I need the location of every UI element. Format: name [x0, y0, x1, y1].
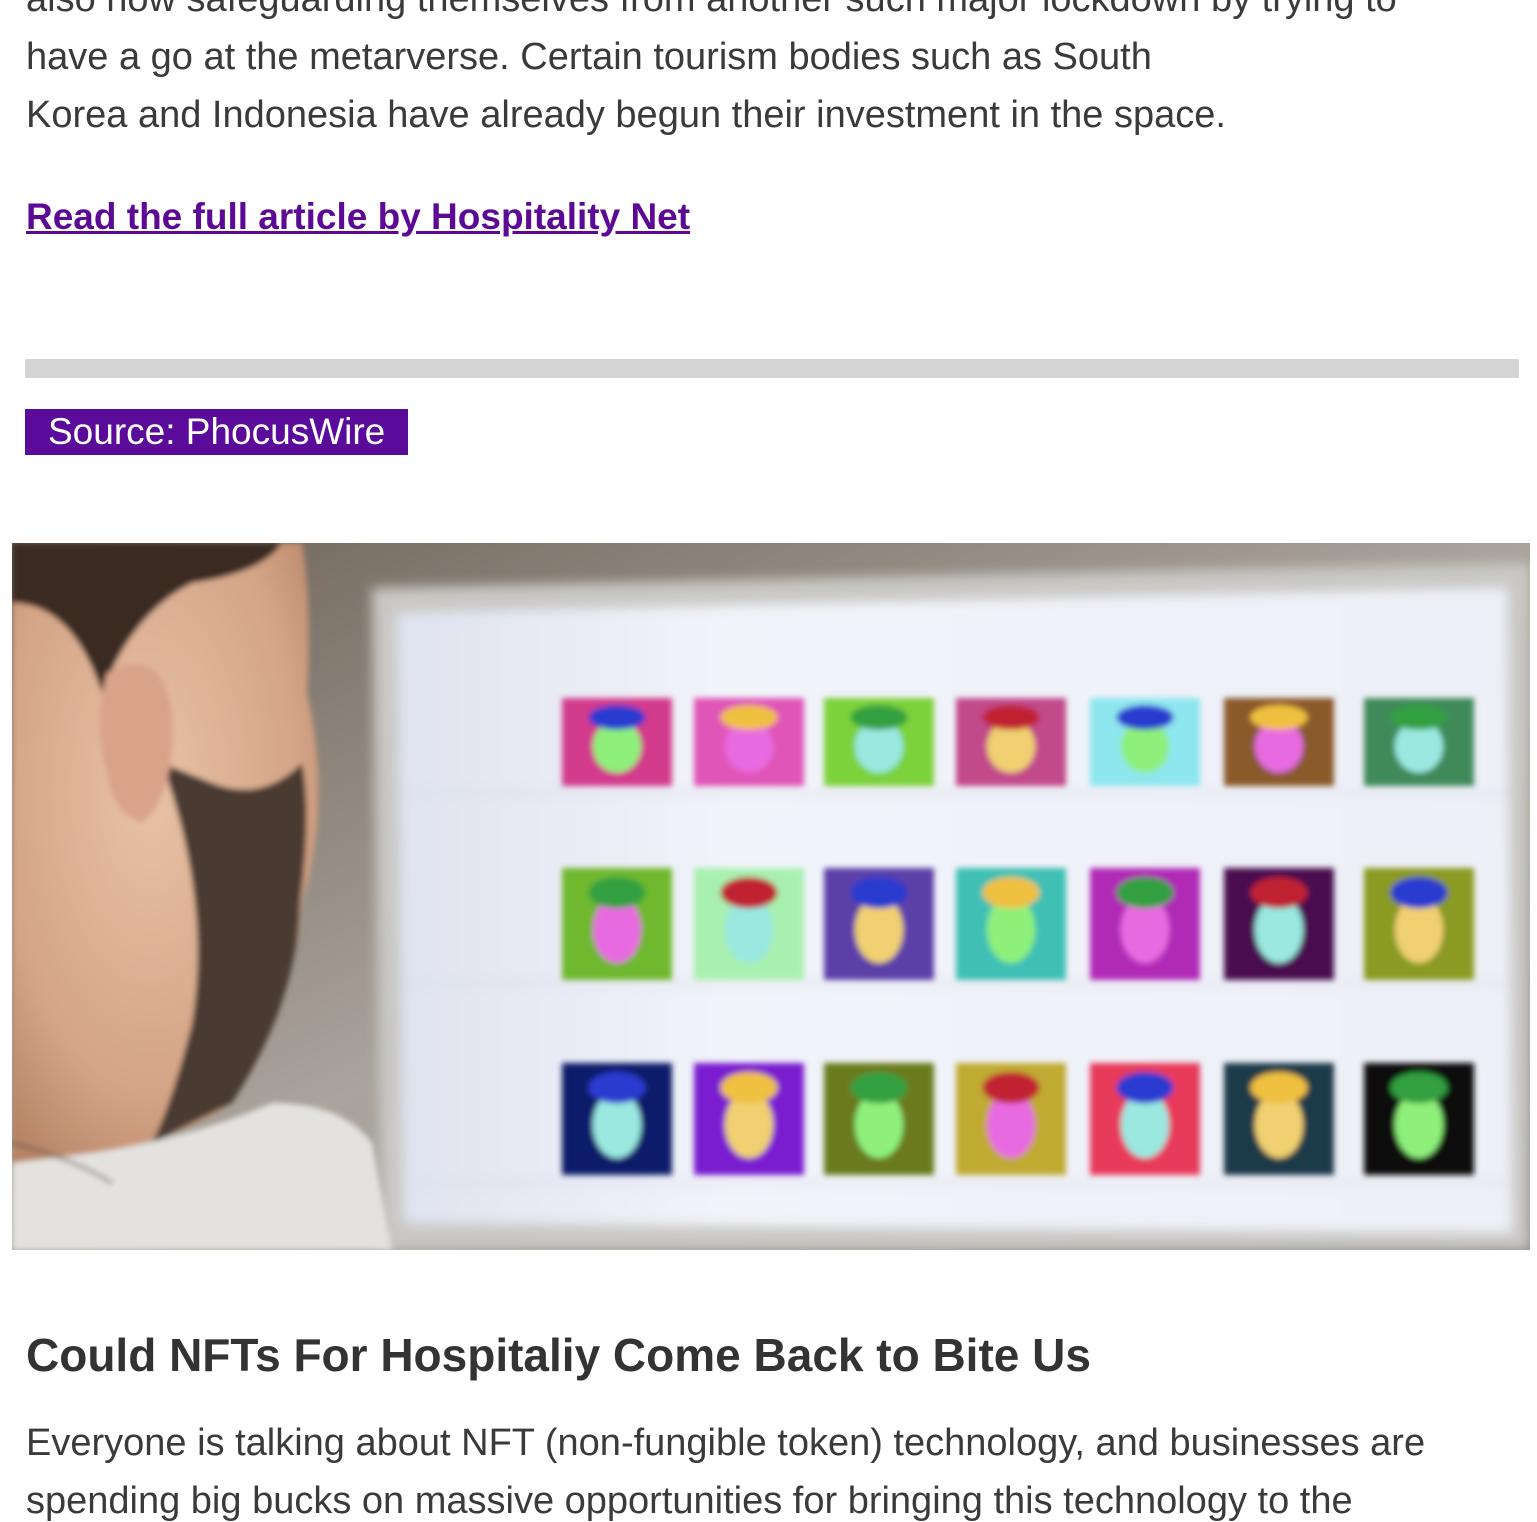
source-badge: Source: PhocusWire [25, 409, 409, 455]
nft-avatar-hat [982, 876, 1040, 909]
nft-avatar-hat [850, 1071, 908, 1104]
nft-avatar-hat [982, 705, 1040, 730]
paragraph-line: spending big bucks on massive opportunit… [26, 1480, 1353, 1522]
nft-avatar-hat [1116, 876, 1174, 909]
nft-avatar-hat [720, 1071, 778, 1104]
nft-avatar-hat [588, 1071, 646, 1104]
nft-avatar-hat [1250, 876, 1308, 909]
paragraph-line: Korea and Indonesia have already begun t… [26, 94, 1226, 136]
nft-avatar-hat [1250, 705, 1308, 730]
nft-avatar-hat [982, 1071, 1040, 1104]
paragraph-line: also now safeguarding themselves from an… [26, 0, 1516, 28]
paragraph-line: have a go at the metarverse. Certain tou… [26, 36, 1152, 78]
paragraph-line: Everyone is talking about NFT (non-fungi… [26, 1422, 1426, 1464]
nft-avatar-hat [1390, 876, 1448, 909]
article-headline: Could NFTs For Hospitaliy Come Back to B… [26, 1329, 1091, 1381]
nft-avatar-hat [1390, 705, 1448, 730]
nft-avatar-hat [1390, 1071, 1448, 1104]
nft-avatar-hat [850, 876, 908, 909]
nft-avatar-hat [1116, 705, 1174, 730]
nft-avatar-hat [588, 705, 646, 730]
read-full-article-link[interactable]: Read the full article by Hospitality Net [26, 196, 690, 238]
nft-avatar-hat [588, 876, 646, 909]
nft-monitor-illustration [12, 543, 1530, 1250]
nft-avatar-hat [1250, 1071, 1308, 1104]
nft-avatar-hat [720, 876, 778, 909]
nft-avatar-hat [1116, 1071, 1174, 1104]
section-divider [25, 359, 1519, 378]
nft-avatar-hat [720, 705, 778, 730]
article-paragraph: also now safeguarding themselves from an… [26, 0, 1516, 144]
hero-image [12, 543, 1530, 1250]
nft-avatar-hat [850, 705, 908, 730]
article-paragraph: Everyone is talking about NFT (non-fungi… [26, 1414, 1516, 1522]
